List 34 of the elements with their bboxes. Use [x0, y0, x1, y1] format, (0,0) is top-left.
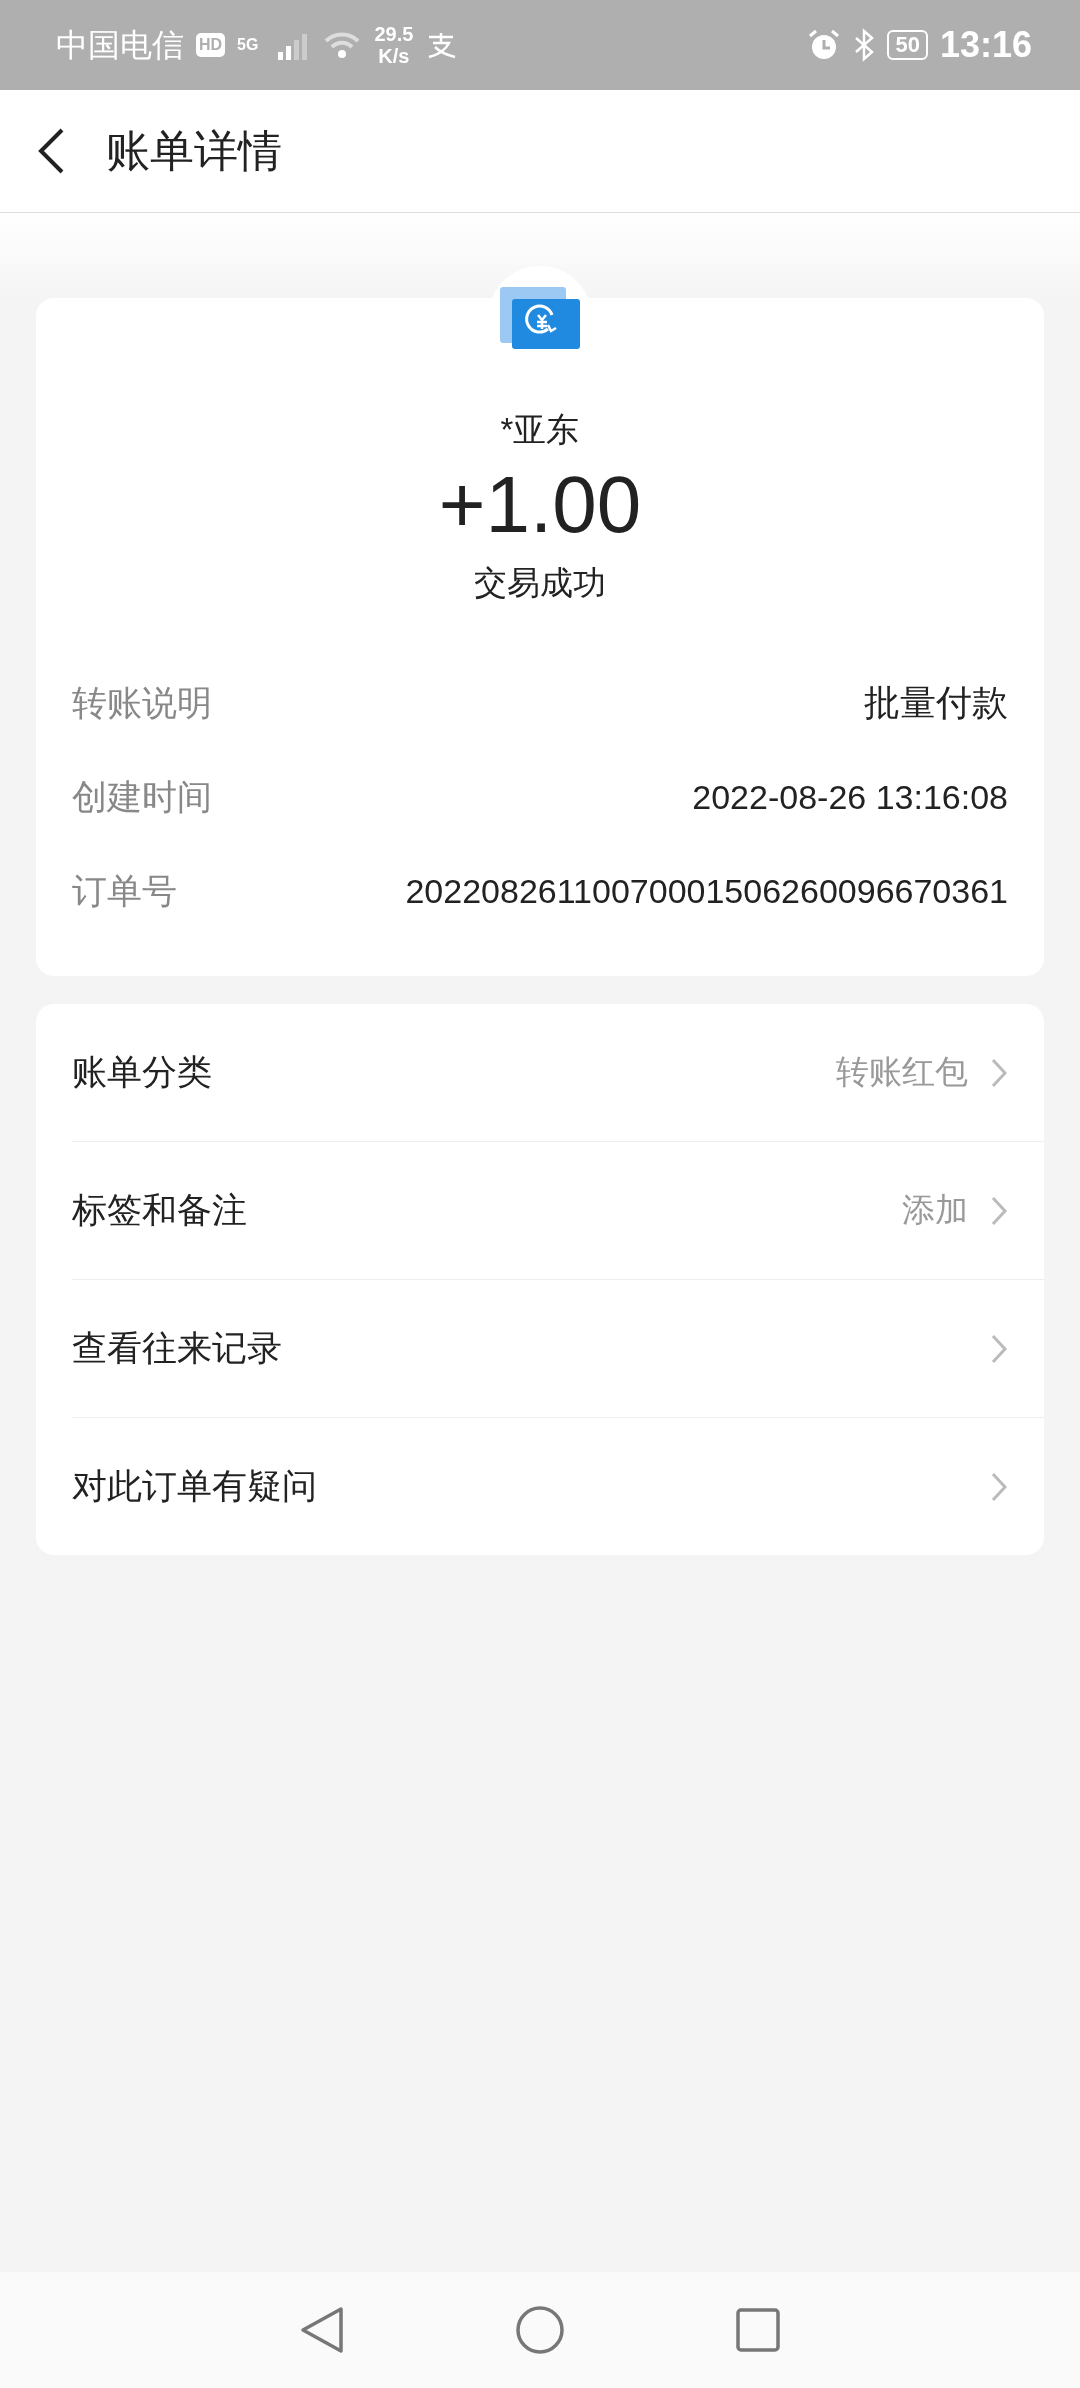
menu-item-value: 添加 — [902, 1190, 968, 1230]
back-icon[interactable] — [36, 127, 66, 175]
detail-value: 2022-08-26 13:16:08 — [692, 777, 1008, 817]
alarm-icon — [807, 28, 842, 62]
speed-unit: K/s — [378, 46, 410, 66]
payer-name: *亚东 — [500, 410, 580, 450]
network-type: 5G — [237, 37, 259, 53]
transfer-icon — [498, 285, 582, 351]
transaction-status: 交易成功 — [474, 563, 606, 603]
bluetooth-icon — [853, 28, 876, 62]
amount-text: +1.00 — [438, 459, 642, 551]
carrier-text: 中国电信 — [56, 29, 184, 61]
detail-value: 20220826110070001506260096670361 — [405, 871, 1008, 911]
detail-label: 订单号 — [72, 869, 177, 912]
menu-item[interactable]: 账单分类 — [72, 1049, 836, 1096]
chevron-right-icon — [990, 1332, 1008, 1365]
chevron-right-icon — [990, 1194, 1008, 1227]
chevron-right-icon — [990, 1056, 1008, 1089]
back-nav-icon[interactable] — [299, 2305, 345, 2355]
menu-item[interactable]: 对此订单有疑问 — [72, 1463, 990, 1510]
detail-label: 创建时间 — [72, 775, 212, 818]
page-title: 账单详情 — [106, 124, 282, 177]
speed-text: 29.5 — [374, 24, 414, 44]
hd-badge: HD — [196, 33, 226, 57]
menu-item[interactable]: 查看往来记录 — [72, 1325, 990, 1372]
home-nav-icon[interactable] — [515, 2305, 565, 2355]
chevron-right-icon — [990, 1470, 1008, 1503]
clock-time: 13:16 — [939, 27, 1032, 63]
battery-level: 50 — [887, 30, 928, 60]
detail-value: 批量付款 — [864, 680, 1008, 725]
menu-item-value: 转账红包 — [836, 1052, 968, 1092]
detail-label: 转账说明 — [72, 681, 212, 724]
menu-item[interactable]: 标签和备注 — [72, 1187, 902, 1234]
recents-nav-icon[interactable] — [735, 2307, 781, 2353]
